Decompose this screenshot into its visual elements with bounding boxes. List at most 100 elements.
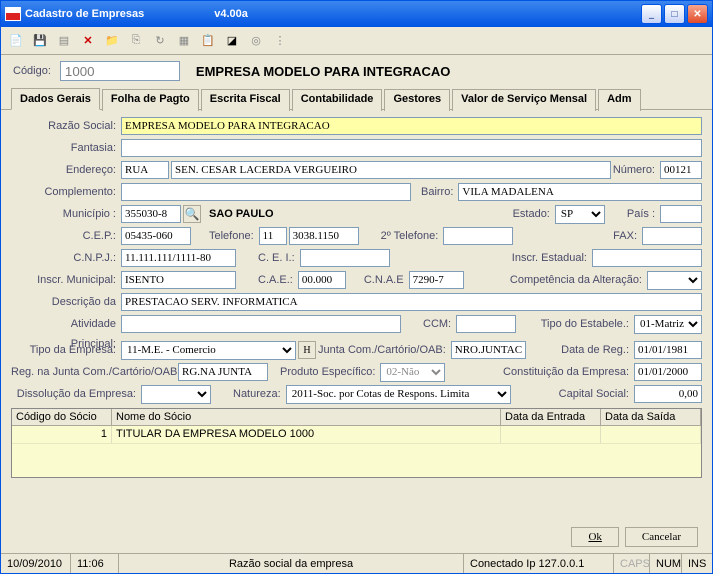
comp-alt-select[interactable]: [647, 271, 702, 290]
window-title: Cadastro de Empresas: [25, 8, 144, 20]
codigo-field[interactable]: [60, 61, 180, 81]
dissol-label: Dissolução da Empresa:: [11, 388, 139, 400]
dissol-select[interactable]: [141, 385, 211, 404]
cei-label: C. E. I.:: [258, 252, 298, 264]
tab-dados-gerais[interactable]: Dados Gerais: [11, 88, 100, 110]
h-button[interactable]: H: [298, 341, 316, 359]
status-time: 11:06: [71, 554, 119, 573]
ccm-field[interactable]: [456, 315, 516, 333]
cnae-field[interactable]: [409, 271, 464, 289]
tab-valor-servico[interactable]: Valor de Serviço Mensal: [452, 89, 596, 111]
ok-button[interactable]: Ok: [571, 527, 618, 547]
telefone-field[interactable]: [289, 227, 359, 245]
municipio-cod-field[interactable]: [121, 205, 181, 223]
bairro-field[interactable]: [458, 183, 702, 201]
codigo-label: Código:: [13, 65, 54, 77]
status-ins: INS: [682, 554, 712, 573]
tipo-emp-select[interactable]: 11-M.E. - Comercio: [121, 341, 296, 360]
col-data-saida[interactable]: Data da Saída: [601, 409, 701, 425]
data-reg-field[interactable]: [634, 341, 702, 359]
minimize-button[interactable]: _: [641, 4, 662, 24]
reg-junta-field[interactable]: [178, 363, 268, 381]
const-emp-field[interactable]: [634, 363, 702, 381]
col-nome-socio[interactable]: Nome do Sócio: [112, 409, 501, 425]
tool-extra-icon[interactable]: ⋮: [271, 32, 289, 50]
cap-social-field[interactable]: [634, 385, 702, 403]
tool-refresh-icon[interactable]: ↻: [151, 32, 169, 50]
telefone-label: Telefone:: [209, 230, 257, 242]
tool-print-icon[interactable]: ▦: [175, 32, 193, 50]
fax-field[interactable]: [642, 227, 702, 245]
socios-grid[interactable]: Código do Sócio Nome do Sócio Data da En…: [11, 408, 702, 478]
tab-gestores[interactable]: Gestores: [384, 89, 450, 111]
status-hint: Razão social da empresa: [119, 554, 464, 573]
ddd-field[interactable]: [259, 227, 287, 245]
junta-field[interactable]: [451, 341, 526, 359]
tool-misc-icon[interactable]: ◎: [247, 32, 265, 50]
pais-field[interactable]: [660, 205, 702, 223]
tool-eraser-icon[interactable]: ◪: [223, 32, 241, 50]
tool-new-icon[interactable]: 📄: [7, 32, 25, 50]
numero-field[interactable]: [660, 161, 702, 179]
cei-field[interactable]: [300, 249, 390, 267]
empresa-nome: EMPRESA MODELO PARA INTEGRACAO: [196, 64, 450, 79]
tab-folha-pagto[interactable]: Folha de Pagto: [102, 89, 199, 111]
tipo-emp-label: Tipo da Empresa:: [11, 344, 119, 356]
col-codigo-socio[interactable]: Código do Sócio: [12, 409, 112, 425]
table-row[interactable]: 1 TITULAR DA EMPRESA MODELO 1000: [12, 426, 701, 444]
natureza-label: Natureza:: [233, 388, 284, 400]
atividade2-field[interactable]: [121, 315, 401, 333]
municipio-label: Município :: [11, 208, 119, 220]
tool-list-icon[interactable]: ▤: [55, 32, 73, 50]
cnpj-field[interactable]: [121, 249, 236, 267]
window-version: v4.00a: [214, 8, 248, 20]
tool-copy-icon[interactable]: ⎘: [127, 32, 145, 50]
endereco-field[interactable]: [171, 161, 611, 179]
status-date: 10/09/2010: [1, 554, 71, 573]
tipo-estab-select[interactable]: 01-Matriz: [634, 315, 702, 334]
tool-book-icon[interactable]: 📋: [199, 32, 217, 50]
maximize-button[interactable]: □: [664, 4, 685, 24]
status-num: NUM: [650, 554, 682, 573]
titlebar[interactable]: Cadastro de Empresas v4.00a _ □ ✕: [1, 1, 712, 27]
col-data-entrada[interactable]: Data da Entrada: [501, 409, 601, 425]
tool-save-icon[interactable]: 💾: [31, 32, 49, 50]
desc-ativ-label-1: Descrição da: [11, 297, 119, 308]
fantasia-field[interactable]: [121, 139, 702, 157]
const-emp-label: Constituição da Empresa:: [503, 366, 632, 378]
tab-contabilidade[interactable]: Contabilidade: [292, 89, 383, 111]
cep-field[interactable]: [121, 227, 191, 245]
tab-adm[interactable]: Adm: [598, 89, 640, 111]
inscr-mun-field[interactable]: [121, 271, 236, 289]
app-icon: [5, 7, 21, 21]
grid-header: Código do Sócio Nome do Sócio Data da En…: [12, 409, 701, 426]
main-window: Cadastro de Empresas v4.00a _ □ ✕ 📄 💾 ▤ …: [0, 0, 713, 574]
natureza-select[interactable]: 2011-Soc. por Cotas de Respons. Limita: [286, 385, 511, 404]
municipio-lookup-icon[interactable]: 🔍: [183, 205, 201, 223]
close-button[interactable]: ✕: [687, 4, 708, 24]
ccm-label: CCM:: [423, 318, 454, 330]
atividade-field[interactable]: [121, 293, 702, 311]
complemento-label: Complemento:: [11, 186, 119, 198]
data-reg-label: Data de Reg.:: [561, 344, 632, 356]
estado-select[interactable]: SP: [555, 205, 605, 224]
fax-label: FAX:: [613, 230, 640, 242]
junta-label: Junta Com./Cartório/OAB:: [318, 344, 449, 356]
endereco-label: Endereço:: [11, 164, 119, 176]
status-bar: 10/09/2010 11:06 Razão social da empresa…: [1, 553, 712, 573]
logradouro-field[interactable]: [121, 161, 169, 179]
inscr-est-field[interactable]: [592, 249, 702, 267]
prod-esp-select[interactable]: 02-Não: [380, 363, 445, 382]
cancelar-button[interactable]: Cancelar: [625, 527, 698, 547]
numero-label: Número:: [613, 164, 658, 176]
status-connection: Conectado Ip 127.0.0.1: [464, 554, 614, 573]
telefone2-field[interactable]: [443, 227, 513, 245]
telefone2-label: 2º Telefone:: [381, 230, 442, 242]
cep-label: C.E.P.:: [11, 230, 119, 242]
cae-field[interactable]: [298, 271, 346, 289]
tab-escrita-fiscal[interactable]: Escrita Fiscal: [201, 89, 290, 111]
razao-field[interactable]: [121, 117, 702, 135]
complemento-field[interactable]: [121, 183, 411, 201]
tool-delete-icon[interactable]: ✕: [79, 32, 97, 50]
tool-folder-icon[interactable]: 📁: [103, 32, 121, 50]
